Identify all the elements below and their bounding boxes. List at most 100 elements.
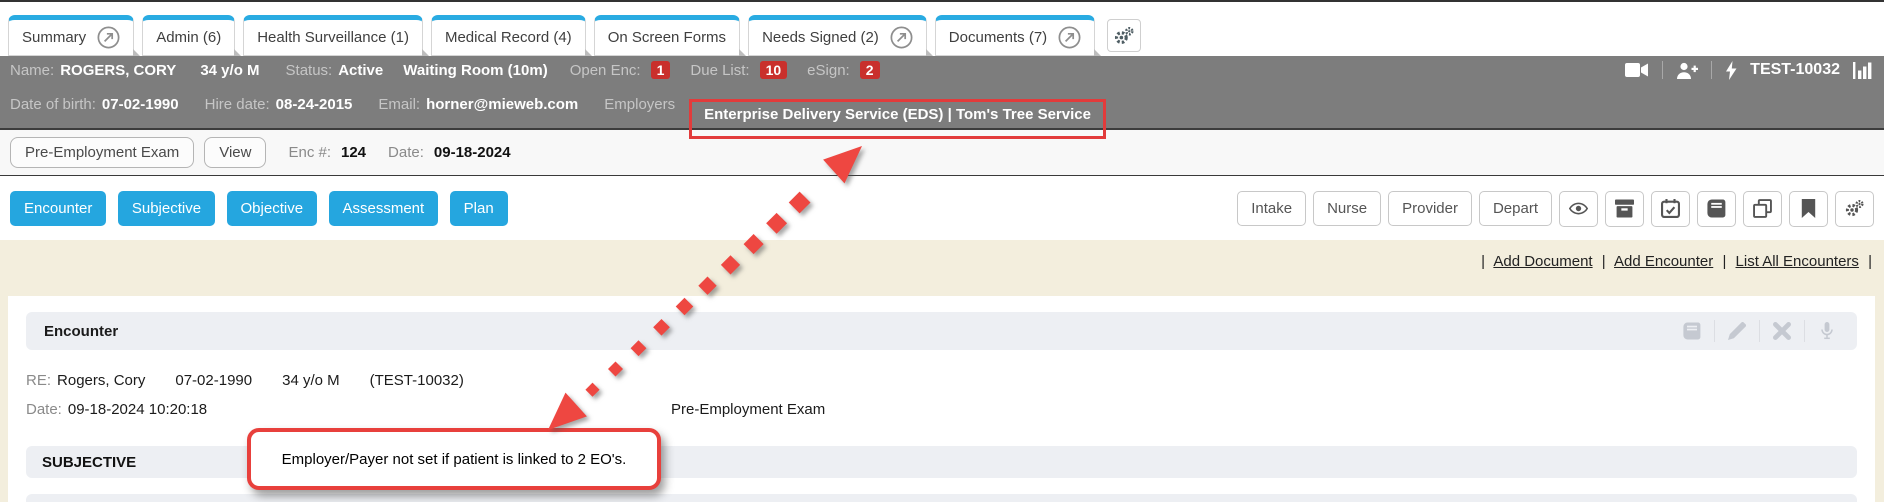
tab-medical-record[interactable]: Medical Record (4) <box>431 15 586 56</box>
action-links-row: | Add Document | Add Encounter | List Al… <box>0 240 1884 270</box>
popout-icon[interactable] <box>890 26 913 49</box>
copy-icon[interactable] <box>1743 191 1782 227</box>
tab-needs-signed[interactable]: Needs Signed (2) <box>748 15 927 56</box>
plan-section-button[interactable]: Plan <box>450 191 508 226</box>
divider <box>1662 61 1663 79</box>
esign-label: eSign: <box>807 62 850 79</box>
patient-info-bar: Name: ROGERS, CORY 34 y/o M Status: Acti… <box>0 56 1884 84</box>
note-encounter-type: Pre-Employment Exam <box>671 401 825 418</box>
patient-room: Waiting Room (10m) <box>403 62 547 79</box>
tab-label: Admin (6) <box>156 29 221 46</box>
tab-on-screen-forms[interactable]: On Screen Forms <box>594 15 740 56</box>
link-separator: | <box>1481 253 1485 270</box>
patient-status: Active <box>338 62 383 79</box>
encounter-type-button[interactable]: Pre-Employment Exam <box>10 137 194 168</box>
open-enc-badge[interactable]: 1 <box>651 61 671 79</box>
gears-icon[interactable] <box>1835 191 1874 227</box>
add-encounter-link[interactable]: Add Encounter <box>1614 253 1713 270</box>
video-camera-icon[interactable] <box>1625 62 1649 78</box>
chart-tab-bar: Summary Admin (6) Health Surveillance (1… <box>0 2 1884 56</box>
encounter-note-header: Encounter <box>26 312 1857 350</box>
enc-date: 09-18-2024 <box>434 144 511 161</box>
eye-icon[interactable] <box>1559 191 1598 227</box>
due-list-badge[interactable]: 10 <box>760 61 788 79</box>
view-button[interactable]: View <box>204 137 266 168</box>
note-re-line: RE: Rogers, Cory 07-02-1990 34 y/o M (TES… <box>26 372 1857 389</box>
annotation-callout: Employer/Payer not set if patient is lin… <box>247 428 661 490</box>
patient-email: horner@mieweb.com <box>426 96 578 113</box>
tab-label: Health Surveillance (1) <box>257 29 409 46</box>
dob-label: Date of birth: <box>10 96 96 113</box>
section-nav-row: Encounter Subjective Objective Assessmen… <box>0 177 1884 240</box>
employers-label: Employers <box>604 96 675 113</box>
tab-summary[interactable]: Summary <box>8 15 134 56</box>
subjective-section-button[interactable]: Subjective <box>118 191 215 226</box>
note-header-title: Encounter <box>44 323 118 340</box>
hire-date-label: Hire date: <box>205 96 270 113</box>
microphone-icon[interactable] <box>1804 320 1849 343</box>
patient-demo-bar: Date of birth: 07-02-1990 Hire date: 08-… <box>0 84 1884 130</box>
enc-date-label: Date: <box>388 144 424 161</box>
pencil-icon[interactable] <box>1714 320 1759 343</box>
tab-label: Summary <box>22 29 86 46</box>
encounter-section-button[interactable]: Encounter <box>10 191 106 226</box>
re-label: RE: <box>26 372 51 389</box>
list-all-encounters-link[interactable]: List All Encounters <box>1736 253 1859 270</box>
patient-id: TEST-10032 <box>1750 61 1840 79</box>
note-date-label: Date: <box>26 401 62 418</box>
esign-badge[interactable]: 2 <box>860 61 880 79</box>
patient-dob: 07-02-1990 <box>102 96 179 113</box>
popout-icon[interactable] <box>1058 26 1081 49</box>
link-separator: | <box>1722 253 1726 270</box>
close-icon[interactable] <box>1759 320 1804 343</box>
note-patient-age-sex: 34 y/o M <box>282 372 340 389</box>
patient-name: ROGERS, CORY <box>60 62 176 79</box>
subjective-header: SUBJECTIVE <box>42 454 136 471</box>
webchart-screen: Summary Admin (6) Health Surveillance (1… <box>0 0 1884 502</box>
link-separator: | <box>1602 253 1606 270</box>
calendar-check-icon[interactable] <box>1651 191 1690 227</box>
note-patient-dob: 07-02-1990 <box>175 372 252 389</box>
provider-button[interactable]: Provider <box>1388 191 1472 226</box>
due-list-label: Due List: <box>690 62 749 79</box>
lightning-icon[interactable] <box>1725 61 1737 80</box>
divider <box>1711 61 1712 79</box>
annotation-text: Employer/Payer not set if patient is lin… <box>282 451 627 468</box>
popout-icon[interactable] <box>97 26 120 49</box>
note-datetime: 09-18-2024 10:20:18 <box>68 401 207 418</box>
intake-button[interactable]: Intake <box>1237 191 1306 226</box>
tab-label: Documents (7) <box>949 29 1047 46</box>
bookmark-icon[interactable] <box>1789 191 1828 227</box>
note-patient-id: (TEST-10032) <box>370 372 464 389</box>
patient-hire-date: 08-24-2015 <box>276 96 353 113</box>
add-document-link[interactable]: Add Document <box>1493 253 1592 270</box>
enc-number-label: Enc #: <box>288 144 331 161</box>
nurse-button[interactable]: Nurse <box>1313 191 1381 226</box>
tab-documents[interactable]: Documents (7) <box>935 15 1095 56</box>
email-label: Email: <box>378 96 420 113</box>
tab-label: On Screen Forms <box>608 29 726 46</box>
note-patient-name: Rogers, Cory <box>57 372 145 389</box>
tab-health-surveillance[interactable]: Health Surveillance (1) <box>243 15 423 56</box>
name-label: Name: <box>10 62 54 79</box>
tab-settings-button[interactable] <box>1107 19 1141 52</box>
book-icon[interactable] <box>1670 320 1714 343</box>
open-enc-label: Open Enc: <box>570 62 641 79</box>
book-icon[interactable] <box>1697 191 1736 227</box>
tab-admin[interactable]: Admin (6) <box>142 15 235 56</box>
enc-number: 124 <box>341 144 366 161</box>
depart-button[interactable]: Depart <box>1479 191 1552 226</box>
add-user-icon[interactable] <box>1676 62 1698 79</box>
next-section-bar[interactable] <box>26 494 1857 502</box>
archive-icon[interactable] <box>1605 191 1644 227</box>
link-separator: | <box>1868 253 1872 270</box>
employers-value: Enterprise Delivery Service (EDS) | Tom'… <box>704 106 1091 123</box>
tab-label: Needs Signed (2) <box>762 29 879 46</box>
chart-icon[interactable] <box>1853 62 1874 79</box>
gears-icon <box>1114 27 1134 45</box>
tab-label: Medical Record (4) <box>445 29 572 46</box>
objective-section-button[interactable]: Objective <box>227 191 318 226</box>
assessment-section-button[interactable]: Assessment <box>329 191 439 226</box>
employers-highlight-box[interactable]: Enterprise Delivery Service (EDS) | Tom'… <box>689 99 1106 139</box>
patient-age-sex: 34 y/o M <box>200 62 259 79</box>
